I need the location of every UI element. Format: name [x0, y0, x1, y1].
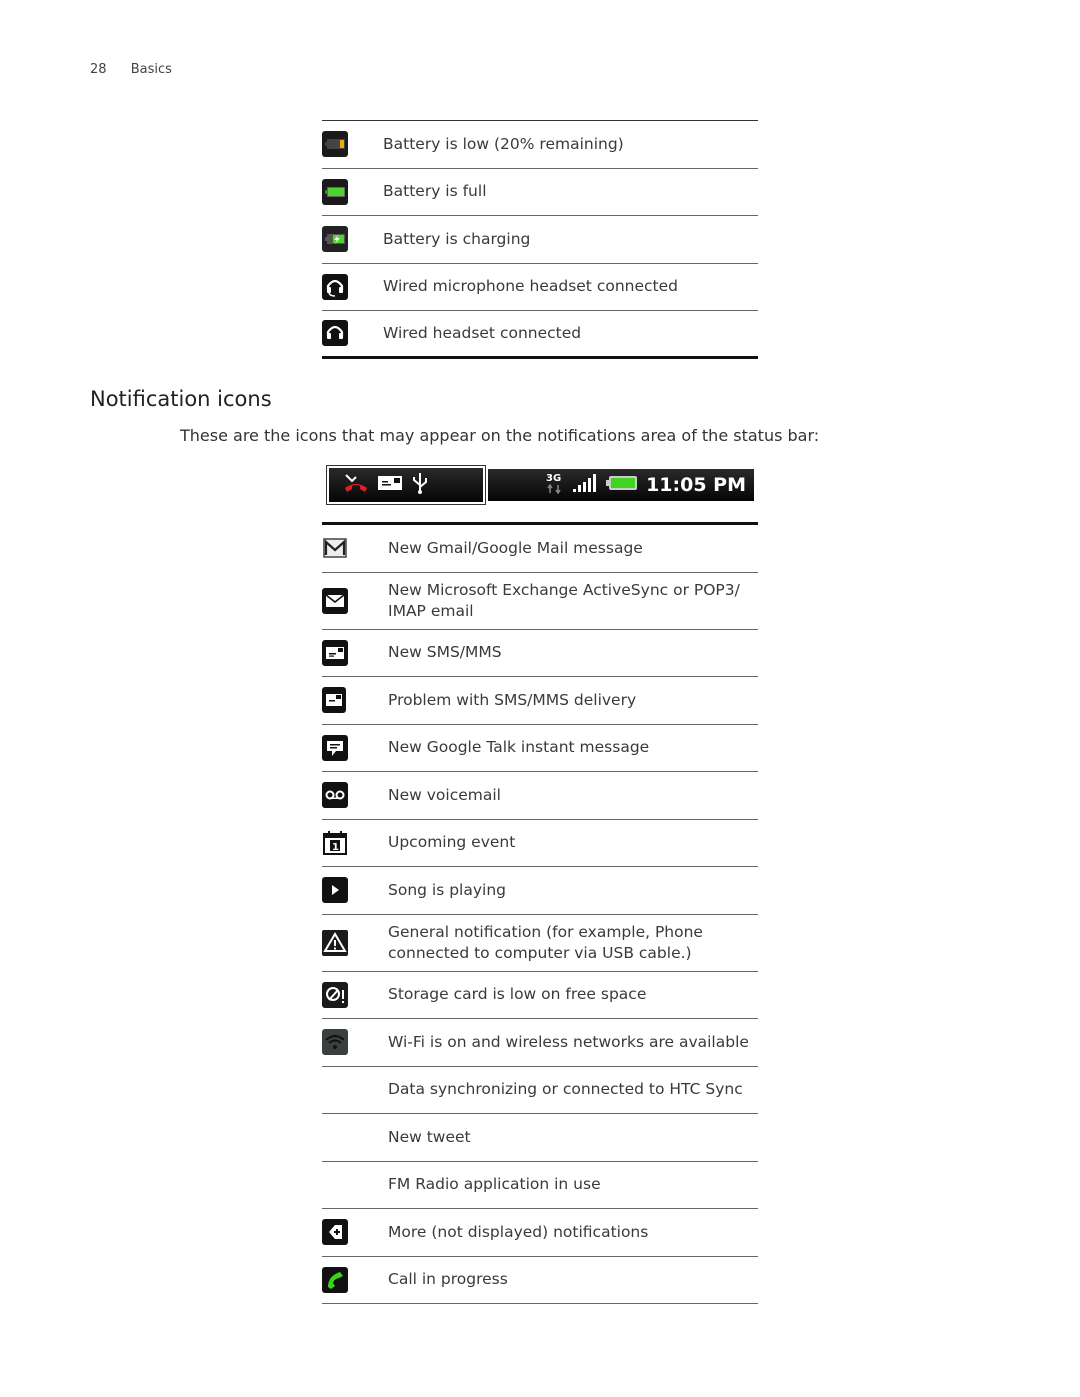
- sms-icon: [377, 474, 403, 496]
- table-row: Wired headset connected: [322, 311, 758, 359]
- row-label: New Gmail/Google Mail message: [388, 538, 643, 557]
- battery-icon-table: Battery is low (20% remaining) Battery is…: [322, 120, 758, 359]
- row-label: Upcoming event: [388, 833, 516, 852]
- page-header: 28 Basics: [90, 62, 172, 77]
- table-row: 1 Upcoming event: [322, 820, 758, 867]
- voicemail-icon: [322, 782, 348, 809]
- table-row: Storage card is low on free space: [322, 972, 758, 1019]
- battery-full-icon: [322, 178, 348, 205]
- row-label: Wi-Fi is on and wireless networks are av…: [388, 1032, 749, 1051]
- section-name: Basics: [130, 62, 172, 77]
- table-row: Wi-Fi is on and wireless networks are av…: [322, 1019, 758, 1067]
- svg-text:3G: 3G: [546, 473, 561, 484]
- sms-problem-icon: [322, 687, 348, 714]
- signal-icon: [572, 473, 598, 497]
- battery-low-icon: [322, 131, 348, 158]
- table-row: New tweet: [322, 1114, 758, 1162]
- play-icon: [322, 877, 348, 904]
- status-area: 3G 11:05 PM: [488, 469, 754, 501]
- row-label: Call in progress: [388, 1270, 508, 1289]
- row-label: Battery is low (20% remaining): [383, 134, 624, 153]
- row-label: Battery is full: [383, 182, 487, 201]
- warning-icon: [322, 929, 348, 956]
- table-row: New Google Talk instant message: [322, 725, 758, 772]
- notification-area: [326, 465, 486, 505]
- email-icon: [322, 587, 348, 614]
- row-label: New SMS/MMS: [388, 643, 502, 662]
- table-row: Song is playing: [322, 867, 758, 915]
- row-label: New tweet: [388, 1127, 471, 1146]
- table-row: Battery is charging: [322, 216, 758, 264]
- icon-placeholder: [322, 1077, 348, 1103]
- row-label: Wired headset connected: [383, 323, 582, 342]
- page-number: 28: [90, 62, 107, 77]
- table-row: More (not displayed) notifications: [322, 1209, 758, 1257]
- intro-text: These are the icons that may appear on t…: [180, 426, 820, 445]
- row-label: New voicemail: [388, 785, 501, 804]
- svg-text:1: 1: [332, 842, 339, 853]
- call-in-progress-icon: [322, 1266, 348, 1293]
- wifi-icon: [322, 1029, 348, 1056]
- row-label: General notification (for example, Phone…: [388, 922, 703, 962]
- clock-time: 11:05 PM: [646, 474, 746, 496]
- row-label: Storage card is low on free space: [388, 985, 647, 1004]
- table-row: Problem with SMS/MMS delivery: [322, 677, 758, 725]
- row-label: Song is playing: [388, 880, 507, 899]
- table-row: Wired microphone headset connected: [322, 264, 758, 311]
- 3g-icon: 3G: [546, 471, 564, 499]
- table-row: FM Radio application in use: [322, 1162, 758, 1209]
- usb-icon: [411, 471, 429, 499]
- battery-charging-icon: [322, 226, 348, 253]
- calendar-icon: 1: [322, 830, 348, 856]
- row-label: More (not displayed) notifications: [388, 1222, 649, 1241]
- table-row: New SMS/MMS: [322, 630, 758, 677]
- section-title: Notification icons: [90, 387, 272, 411]
- status-bar-example: 3G 11:05 PM: [326, 465, 756, 507]
- row-label: Data synchronizing or connected to HTC S…: [388, 1080, 743, 1099]
- icon-placeholder: [322, 1172, 348, 1198]
- gmail-icon: [322, 535, 348, 561]
- table-row: Call in progress: [322, 1257, 758, 1304]
- headset-mic-icon: [322, 273, 348, 300]
- row-label: FM Radio application in use: [388, 1175, 601, 1194]
- table-row: Battery is full: [322, 169, 758, 216]
- table-row: Data synchronizing or connected to HTC S…: [322, 1067, 758, 1114]
- row-label: Battery is charging: [383, 229, 531, 248]
- row-label: Wired microphone headset connected: [383, 277, 678, 296]
- more-notifications-icon: [322, 1219, 348, 1246]
- table-row: New voicemail: [322, 772, 758, 820]
- table-row: New Gmail/Google Mail message: [322, 525, 758, 573]
- notification-icon-table: New Gmail/Google Mail message New Microso…: [322, 522, 758, 1304]
- headset-icon: [322, 320, 348, 347]
- storage-low-icon: [322, 981, 348, 1008]
- battery-icon: [606, 474, 638, 496]
- missed-call-icon: [343, 472, 369, 498]
- google-talk-icon: [322, 734, 348, 761]
- table-row: Battery is low (20% remaining): [322, 121, 758, 169]
- table-row: General notification (for example, Phone…: [322, 915, 758, 972]
- icon-placeholder: [322, 1124, 348, 1150]
- row-label: New Microsoft Exchange ActiveSync or POP…: [388, 580, 740, 620]
- row-label: Problem with SMS/MMS delivery: [388, 690, 637, 709]
- table-row: New Microsoft Exchange ActiveSync or POP…: [322, 573, 758, 630]
- sms-icon: [322, 639, 348, 666]
- row-label: New Google Talk instant message: [388, 738, 650, 757]
